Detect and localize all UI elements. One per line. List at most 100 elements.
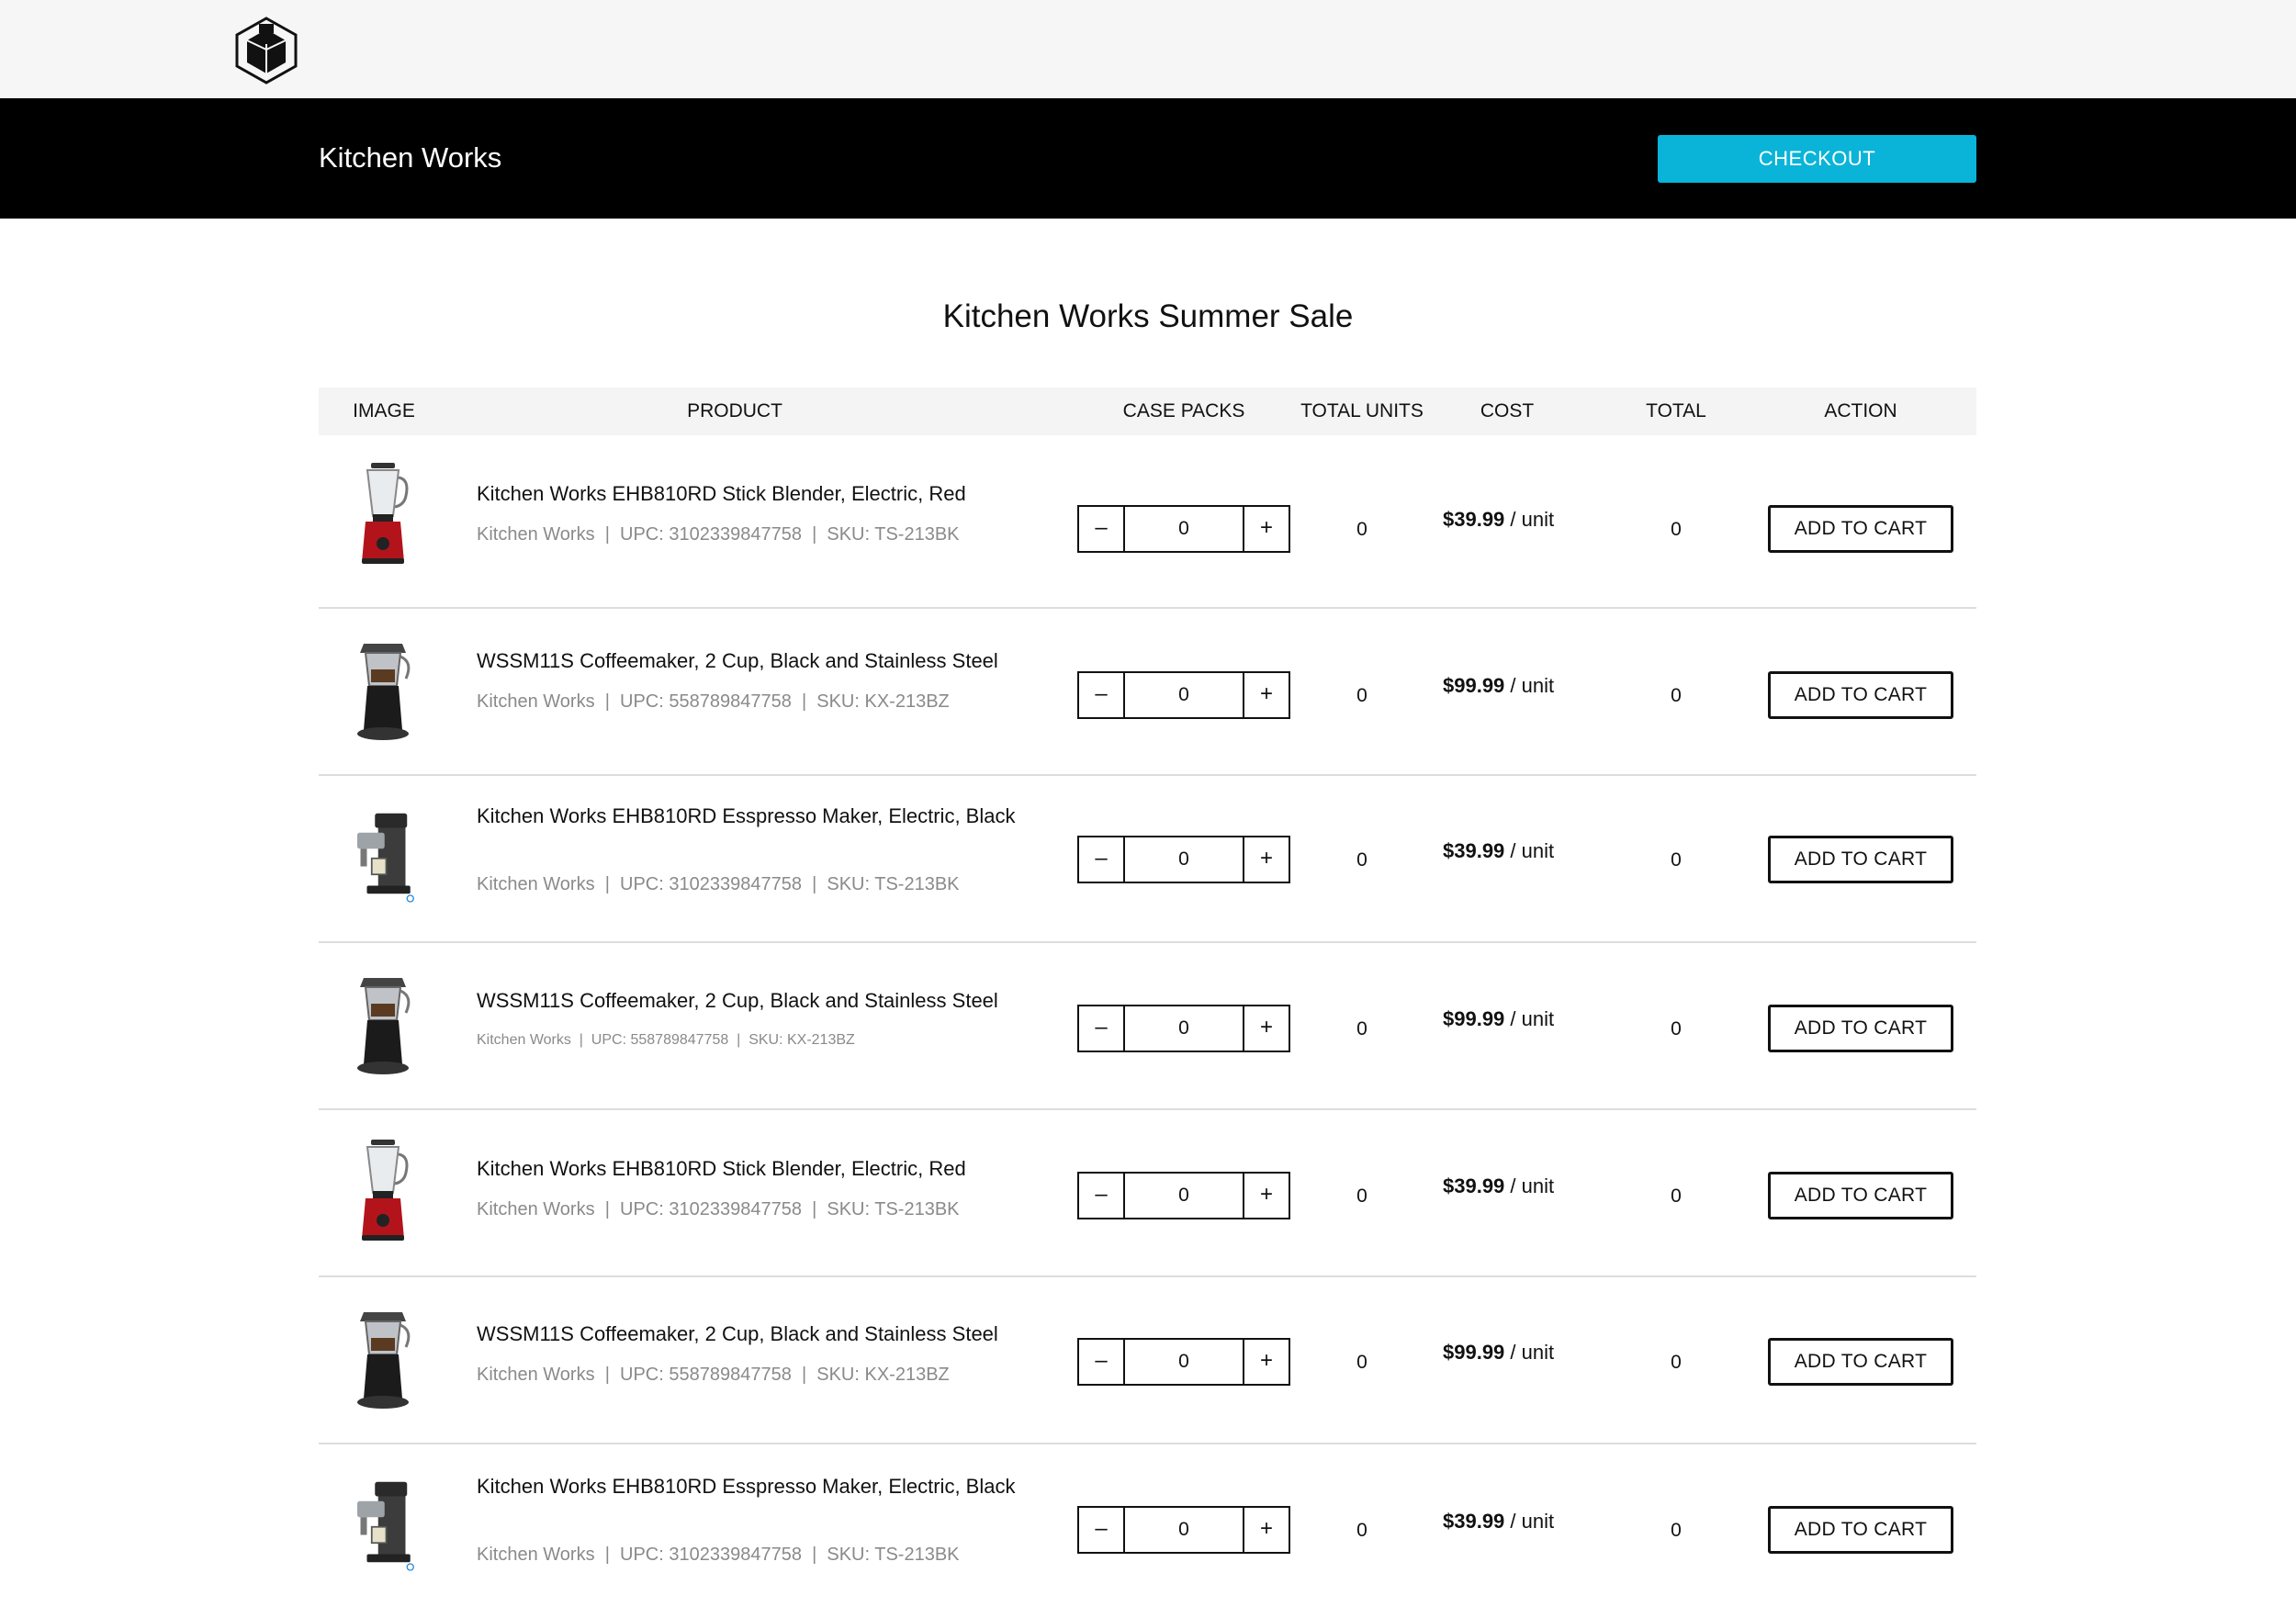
- unit-suffix: / unit: [1504, 1174, 1555, 1197]
- total-units-value: 0: [1356, 849, 1367, 871]
- product-sku: SKU: TS-213BK: [827, 524, 960, 545]
- espresso-maker-icon[interactable]: [351, 1470, 415, 1580]
- product-table: IMAGE PRODUCT CASE PACKS TOTAL UNITS COS…: [319, 388, 1976, 1612]
- case-pack-quantity-input[interactable]: 0: [1125, 1006, 1243, 1051]
- product-meta: Kitchen Works | UPC: 558789847758 | SKU:…: [477, 1032, 855, 1048]
- add-to-cart-button[interactable]: ADD TO CART: [1768, 1506, 1953, 1554]
- product-sku: SKU: TS-213BK: [827, 1199, 960, 1219]
- page-title: Kitchen Works Summer Sale: [942, 298, 1354, 334]
- add-to-cart-button[interactable]: ADD TO CART: [1768, 671, 1953, 719]
- unit-suffix: / unit: [1504, 1007, 1555, 1030]
- increment-button[interactable]: +: [1243, 507, 1289, 551]
- product-sku: SKU: KX-213BZ: [816, 1365, 950, 1385]
- total-units-value: 0: [1356, 685, 1367, 706]
- decrement-button[interactable]: –: [1079, 837, 1125, 882]
- column-header-product: PRODUCT: [687, 400, 782, 421]
- unit-cost: $39.99 / unit: [1443, 839, 1554, 863]
- case-pack-stepper: –0 +: [1077, 1005, 1290, 1052]
- total-units-value: 0: [1356, 1520, 1367, 1541]
- increment-button[interactable]: +: [1243, 1006, 1289, 1051]
- unit-price: $99.99: [1443, 1341, 1505, 1364]
- product-meta: Kitchen Works | UPC: 3102339847758 | SKU…: [477, 1199, 960, 1219]
- product-sku: SKU: TS-213BK: [827, 874, 960, 894]
- product-brand: Kitchen Works: [477, 524, 595, 545]
- product-brand: Kitchen Works: [477, 1545, 595, 1565]
- decrement-button[interactable]: –: [1079, 1006, 1125, 1051]
- add-to-cart-button[interactable]: ADD TO CART: [1768, 1005, 1953, 1052]
- product-upc: UPC: 3102339847758: [620, 874, 802, 894]
- coffeemaker-icon[interactable]: [351, 635, 415, 745]
- blender-icon[interactable]: [351, 1136, 415, 1246]
- case-pack-quantity-input[interactable]: 0: [1125, 837, 1243, 882]
- unit-suffix: / unit: [1504, 508, 1555, 531]
- unit-cost: $99.99 / unit: [1443, 674, 1554, 698]
- case-pack-quantity-input[interactable]: 0: [1125, 1174, 1243, 1218]
- add-to-cart-button[interactable]: ADD TO CART: [1768, 505, 1953, 553]
- unit-price: $39.99: [1443, 508, 1505, 531]
- unit-price: $39.99: [1443, 1174, 1505, 1197]
- add-to-cart-button[interactable]: ADD TO CART: [1768, 1338, 1953, 1386]
- table-body: Kitchen Works EHB810RD Stick Blender, El…: [319, 435, 1976, 1612]
- product-brand: Kitchen Works: [477, 874, 595, 894]
- table-row: Kitchen Works EHB810RD Stick Blender, El…: [319, 1110, 1976, 1277]
- case-pack-quantity-input[interactable]: 0: [1125, 1508, 1243, 1552]
- product-name[interactable]: WSSM11S Coffeemaker, 2 Cup, Black and St…: [477, 649, 998, 673]
- building-cube-icon[interactable]: [234, 17, 298, 84]
- product-brand: Kitchen Works: [477, 1365, 595, 1385]
- product-meta: Kitchen Works | UPC: 558789847758 | SKU:…: [477, 1365, 950, 1385]
- unit-suffix: / unit: [1504, 674, 1555, 697]
- case-pack-stepper: –0 +: [1077, 1338, 1290, 1386]
- product-name[interactable]: Kitchen Works EHB810RD Stick Blender, El…: [477, 1157, 966, 1181]
- increment-button[interactable]: +: [1243, 673, 1289, 717]
- increment-button[interactable]: +: [1243, 1508, 1289, 1552]
- espresso-maker-icon[interactable]: [351, 802, 415, 912]
- column-header-image: IMAGE: [353, 400, 415, 421]
- product-brand: Kitchen Works: [477, 1032, 571, 1048]
- unit-price: $99.99: [1443, 674, 1505, 697]
- store-header-bar: Kitchen Works CHECKOUT: [0, 98, 2296, 219]
- table-header: IMAGE PRODUCT CASE PACKS TOTAL UNITS COS…: [319, 388, 1976, 435]
- coffeemaker-icon[interactable]: [351, 969, 415, 1079]
- decrement-button[interactable]: –: [1079, 673, 1125, 717]
- increment-button[interactable]: +: [1243, 1174, 1289, 1218]
- case-pack-stepper: –0 +: [1077, 1506, 1290, 1554]
- product-upc: UPC: 558789847758: [591, 1032, 729, 1048]
- table-row: WSSM11S Coffeemaker, 2 Cup, Black and St…: [319, 943, 1976, 1110]
- product-meta: Kitchen Works | UPC: 558789847758 | SKU:…: [477, 691, 950, 712]
- unit-cost: $39.99 / unit: [1443, 508, 1554, 532]
- blender-icon[interactable]: [351, 459, 415, 569]
- product-upc: UPC: 3102339847758: [620, 1545, 802, 1565]
- product-upc: UPC: 558789847758: [620, 1365, 792, 1385]
- decrement-button[interactable]: –: [1079, 1174, 1125, 1218]
- checkout-button[interactable]: CHECKOUT: [1658, 135, 1976, 183]
- decrement-button[interactable]: –: [1079, 1340, 1125, 1384]
- unit-price: $99.99: [1443, 1007, 1505, 1030]
- coffeemaker-icon[interactable]: [351, 1303, 415, 1413]
- product-sku: SKU: KX-213BZ: [816, 691, 950, 712]
- product-name[interactable]: Kitchen Works EHB810RD Esspresso Maker, …: [477, 804, 1015, 828]
- column-header-case-packs: CASE PACKS: [1122, 400, 1245, 421]
- increment-button[interactable]: +: [1243, 837, 1289, 882]
- product-name[interactable]: WSSM11S Coffeemaker, 2 Cup, Black and St…: [477, 989, 998, 1013]
- product-name[interactable]: WSSM11S Coffeemaker, 2 Cup, Black and St…: [477, 1322, 998, 1346]
- decrement-button[interactable]: –: [1079, 1508, 1125, 1552]
- row-total-value: 0: [1671, 1018, 1682, 1039]
- column-header-total-units: TOTAL UNITS: [1300, 400, 1424, 421]
- product-upc: UPC: 3102339847758: [620, 524, 802, 545]
- add-to-cart-button[interactable]: ADD TO CART: [1768, 1172, 1953, 1219]
- column-header-action: ACTION: [1824, 400, 1897, 421]
- decrement-button[interactable]: –: [1079, 507, 1125, 551]
- unit-cost: $39.99 / unit: [1443, 1510, 1554, 1534]
- table-row: WSSM11S Coffeemaker, 2 Cup, Black and St…: [319, 1277, 1976, 1444]
- product-name[interactable]: Kitchen Works EHB810RD Stick Blender, El…: [477, 482, 966, 506]
- case-pack-quantity-input[interactable]: 0: [1125, 673, 1243, 717]
- total-units-value: 0: [1356, 519, 1367, 540]
- product-name[interactable]: Kitchen Works EHB810RD Esspresso Maker, …: [477, 1475, 1015, 1499]
- product-meta: Kitchen Works | UPC: 3102339847758 | SKU…: [477, 524, 960, 545]
- table-row: WSSM11S Coffeemaker, 2 Cup, Black and St…: [319, 609, 1976, 776]
- total-units-value: 0: [1356, 1185, 1367, 1207]
- add-to-cart-button[interactable]: ADD TO CART: [1768, 836, 1953, 883]
- case-pack-quantity-input[interactable]: 0: [1125, 507, 1243, 551]
- increment-button[interactable]: +: [1243, 1340, 1289, 1384]
- case-pack-quantity-input[interactable]: 0: [1125, 1340, 1243, 1384]
